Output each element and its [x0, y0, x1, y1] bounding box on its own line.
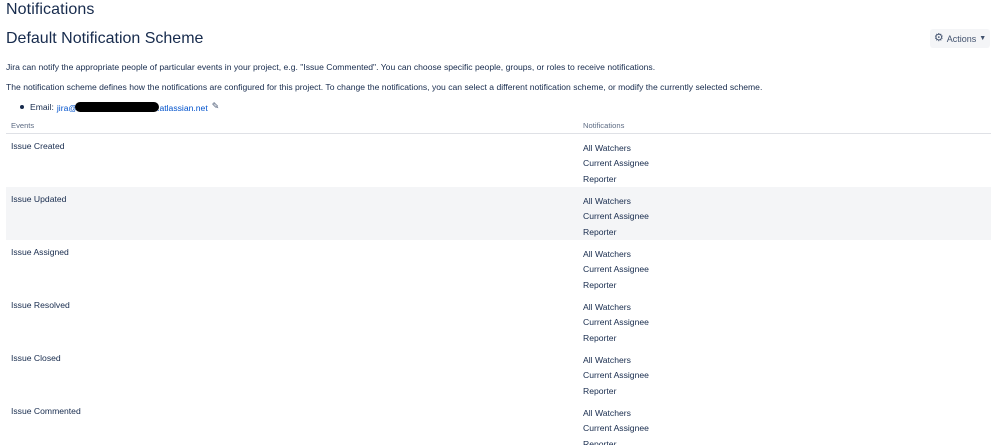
- table-row: Issue Commented All Watchers Current Ass…: [6, 399, 991, 445]
- redaction-mark: [75, 102, 160, 112]
- header-notifications: Notifications: [583, 121, 625, 130]
- email-item: Email: jira@ .atlassian.net ✎: [20, 101, 219, 113]
- notification-item: All Watchers: [583, 143, 631, 153]
- notification-item: Current Assignee: [583, 370, 649, 381]
- notification-item: Current Assignee: [583, 317, 649, 328]
- notification-list: All Watchers Current Assignee Reporter: [583, 141, 649, 187]
- notification-item: Current Assignee: [583, 423, 649, 434]
- bullet: [20, 105, 24, 109]
- notification-item: Reporter: [583, 279, 617, 290]
- email-prefix: jira@: [56, 103, 78, 113]
- gear-icon: ⚙: [933, 32, 944, 44]
- notifications-table: Events Notifications Issue Created All W…: [6, 118, 991, 445]
- notification-list: All Watchers Current Assignee Reporter: [583, 247, 649, 293]
- email-label: Email:: [30, 102, 54, 112]
- notification-item: All Watchers: [583, 302, 631, 312]
- table-row: Issue Created All Watchers Current Assig…: [6, 134, 991, 187]
- email-link[interactable]: jira@ .atlassian.net: [57, 101, 208, 113]
- notification-item: Reporter: [583, 173, 617, 184]
- notification-item: All Watchers: [583, 196, 631, 206]
- table-header: Events Notifications: [6, 118, 991, 134]
- notification-list: All Watchers Current Assignee Reporter: [583, 300, 649, 346]
- description-line-1: Jira can notify the appropriate people o…: [6, 62, 656, 72]
- table-row: Issue Resolved All Watchers Current Assi…: [6, 293, 991, 346]
- table-row: Issue Closed All Watchers Current Assign…: [6, 346, 991, 399]
- notification-item: Current Assignee: [583, 264, 649, 275]
- actions-label: Actions: [946, 33, 977, 44]
- actions-button[interactable]: ⚙ Actions ▼: [930, 29, 990, 48]
- event-name: Issue Created: [11, 141, 65, 151]
- notification-item: Reporter: [583, 385, 617, 396]
- email-suffix: .atlassian.net: [157, 103, 208, 113]
- table-row: Issue Assigned All Watchers Current Assi…: [6, 240, 991, 293]
- event-name: Issue Closed: [11, 353, 61, 363]
- notification-item: Reporter: [583, 332, 617, 343]
- notification-item: All Watchers: [583, 355, 631, 365]
- notification-item: All Watchers: [583, 249, 631, 259]
- notification-list: All Watchers Current Assignee Reporter: [583, 194, 649, 240]
- notification-item: Reporter: [583, 438, 617, 445]
- event-name: Issue Updated: [11, 194, 67, 204]
- event-name: Issue Resolved: [11, 300, 70, 310]
- notification-item: All Watchers: [583, 408, 631, 418]
- notification-list: All Watchers Current Assignee Reporter: [583, 353, 649, 399]
- pencil-icon[interactable]: ✎: [212, 101, 220, 112]
- page-title: Notifications: [6, 1, 95, 18]
- header-events: Events: [11, 121, 35, 130]
- notification-item: Current Assignee: [583, 211, 649, 222]
- notifications-page: Notifications Default Notification Schem…: [0, 0, 999, 445]
- notification-list: All Watchers Current Assignee Reporter: [583, 406, 649, 445]
- event-name: Issue Commented: [11, 406, 81, 416]
- description-line-2: The notification scheme defines how the …: [6, 82, 763, 92]
- scheme-title: Default Notification Scheme: [6, 30, 204, 47]
- table-row: Issue Updated All Watchers Current Assig…: [6, 187, 991, 240]
- notification-item: Current Assignee: [583, 158, 649, 169]
- notification-item: Reporter: [583, 226, 617, 237]
- chevron-down-icon: ▼: [979, 35, 987, 42]
- event-name: Issue Assigned: [11, 247, 69, 257]
